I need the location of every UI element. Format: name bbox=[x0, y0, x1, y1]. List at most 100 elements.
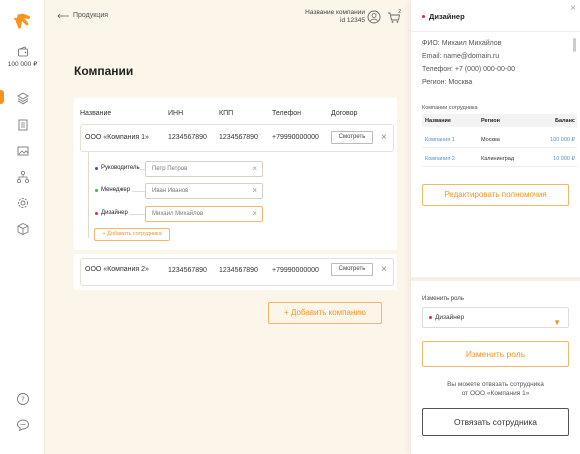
panel-top-section: Дизайнер × ФИО: Михаил Михайлов Email: n… bbox=[411, 0, 580, 276]
employee-field[interactable]: Петр Петров × bbox=[145, 161, 263, 177]
gear-icon[interactable] bbox=[14, 194, 31, 211]
back-label: Продукция bbox=[73, 12, 109, 19]
wallet-widget[interactable]: 100 000 ₽ bbox=[0, 46, 45, 68]
balance-cell: 100 000 ₽ bbox=[550, 137, 575, 143]
row-divider bbox=[422, 147, 577, 148]
tree-line bbox=[88, 151, 89, 238]
region-cell: Калининград bbox=[481, 156, 515, 162]
connector-line bbox=[132, 191, 145, 192]
phone-cell: +79990000000 bbox=[272, 267, 319, 274]
role-dot bbox=[95, 211, 98, 215]
cart-count-badge: 2 bbox=[398, 9, 401, 15]
panel-title-text: Дизайнер bbox=[429, 12, 465, 21]
header-region: Регион bbox=[481, 118, 500, 124]
company-name-cell: ООО «Компания 2» bbox=[85, 266, 149, 273]
wallet-amount: 100 000 ₽ bbox=[7, 61, 38, 68]
employee-name: Иван Иванов bbox=[152, 188, 189, 194]
company-switcher[interactable]: Название компании id 12345 bbox=[305, 9, 365, 25]
role-label-head: Руководитель bbox=[95, 165, 140, 171]
view-contract-button[interactable]: Смотреть bbox=[331, 263, 373, 276]
structure-icon[interactable] bbox=[14, 168, 31, 185]
role-dot bbox=[422, 15, 425, 18]
hand-logo-icon[interactable] bbox=[12, 10, 34, 32]
role-label-designer: Дизайнер bbox=[95, 210, 128, 216]
document-icon[interactable] bbox=[14, 116, 31, 133]
user-icon[interactable] bbox=[367, 10, 381, 26]
balance-cell: 10 000 ₽ bbox=[553, 156, 575, 162]
unbind-employee-button[interactable]: Отвязать сотрудника bbox=[422, 408, 569, 436]
column-header-contract: Договор bbox=[331, 110, 358, 117]
employee-field[interactable]: Иван Иванов × bbox=[145, 183, 263, 199]
unbind-note-line: Вы можете отвязать сотрудника bbox=[447, 381, 544, 388]
info-phone: Телефон: +7 (000) 000-00-00 bbox=[422, 66, 516, 73]
connector-line bbox=[129, 214, 145, 215]
unbind-note-line: от ООО «Компания 1» bbox=[461, 390, 530, 397]
change-role-caption: Изменить роль bbox=[422, 296, 464, 302]
edit-permissions-button[interactable]: Редактировать полномочия bbox=[422, 184, 569, 206]
arrow-left-icon bbox=[57, 13, 69, 18]
company-name: Название компании bbox=[305, 9, 365, 16]
add-company-button[interactable]: + Добавить компанию bbox=[268, 302, 382, 324]
page-title: Компании bbox=[74, 64, 134, 78]
company-name-cell: ООО «Компания 1» bbox=[85, 134, 149, 141]
wallet-icon bbox=[17, 46, 28, 57]
kpp-cell: 1234567890 bbox=[219, 134, 258, 141]
top-bar: Продукция Название компании id 12345 2 bbox=[45, 0, 411, 36]
region-cell: Москва bbox=[481, 137, 500, 143]
company-link[interactable]: Компания 2 bbox=[425, 156, 455, 162]
clear-icon[interactable]: × bbox=[252, 162, 257, 176]
column-header-kpp: КПП bbox=[219, 110, 234, 117]
clear-icon[interactable]: × bbox=[252, 207, 257, 221]
companies-caption: Компании сотрудника bbox=[422, 105, 478, 111]
view-contract-button[interactable]: Смотреть bbox=[331, 131, 373, 144]
close-icon[interactable]: × bbox=[381, 265, 387, 275]
back-link[interactable]: Продукция bbox=[57, 12, 108, 19]
kpp-cell: 1234567890 bbox=[219, 267, 258, 274]
divider bbox=[411, 31, 580, 32]
change-role-button[interactable]: Изменить роль bbox=[422, 341, 569, 367]
info-fio: ФИО: Михаил Михайлов bbox=[422, 40, 502, 47]
panel-title: Дизайнер bbox=[422, 12, 465, 21]
chat-icon[interactable] bbox=[14, 416, 31, 433]
info-region: Регион: Москва bbox=[422, 79, 473, 86]
scrollbar[interactable] bbox=[573, 38, 576, 52]
role-dot bbox=[95, 166, 98, 170]
company-id: id 12345 bbox=[340, 17, 365, 24]
chevron-down-icon: ▼ bbox=[553, 318, 561, 327]
unbind-note: Вы можете отвязать сотрудника от ООО «Ко… bbox=[422, 380, 569, 398]
help-icon[interactable]: ? bbox=[14, 390, 31, 407]
image-icon[interactable] bbox=[14, 142, 31, 159]
header-name: Название bbox=[425, 118, 451, 124]
add-employee-button[interactable]: + Добавить сотрудника bbox=[94, 228, 170, 241]
role-dot bbox=[95, 188, 98, 192]
clear-icon[interactable]: × bbox=[252, 184, 257, 198]
role-label-manager: Менеджер bbox=[95, 187, 130, 193]
role-name: Дизайнер bbox=[101, 210, 128, 216]
selected-role: Дизайнер bbox=[435, 314, 465, 321]
role-name: Менеджер bbox=[101, 187, 131, 193]
employee-field-active[interactable]: Михаил Михайлов × bbox=[145, 206, 263, 222]
active-nav-marker bbox=[0, 90, 4, 104]
row-divider bbox=[422, 166, 577, 167]
inn-cell: 1234567890 bbox=[168, 267, 207, 274]
layers-icon[interactable] bbox=[14, 89, 31, 106]
column-header-name: Название bbox=[80, 110, 112, 117]
section-separator bbox=[411, 277, 580, 281]
header-balance: Баланс bbox=[555, 118, 575, 124]
company-link[interactable]: Компания 1 bbox=[425, 137, 455, 143]
info-email: Email: name@domain.ru bbox=[422, 53, 500, 60]
close-icon[interactable]: × bbox=[381, 133, 387, 143]
column-header-inn: ИНН bbox=[168, 110, 184, 117]
left-sidebar: 100 000 ₽ ? bbox=[0, 0, 45, 454]
employee-panel: Дизайнер × ФИО: Михаил Михайлов Email: n… bbox=[411, 0, 580, 454]
employee-name: Петр Петров bbox=[152, 166, 188, 172]
phone-cell: +79990000000 bbox=[272, 134, 319, 141]
close-icon[interactable]: × bbox=[570, 3, 576, 14]
role-dot bbox=[429, 316, 432, 319]
role-name: Руководитель bbox=[101, 165, 140, 171]
inn-cell: 1234567890 bbox=[168, 134, 207, 141]
column-header-phone: Телефон bbox=[272, 110, 302, 117]
role-select[interactable]: Дизайнер ▼ bbox=[422, 307, 569, 328]
box-icon[interactable] bbox=[14, 220, 31, 237]
svg-text:?: ? bbox=[21, 395, 25, 403]
